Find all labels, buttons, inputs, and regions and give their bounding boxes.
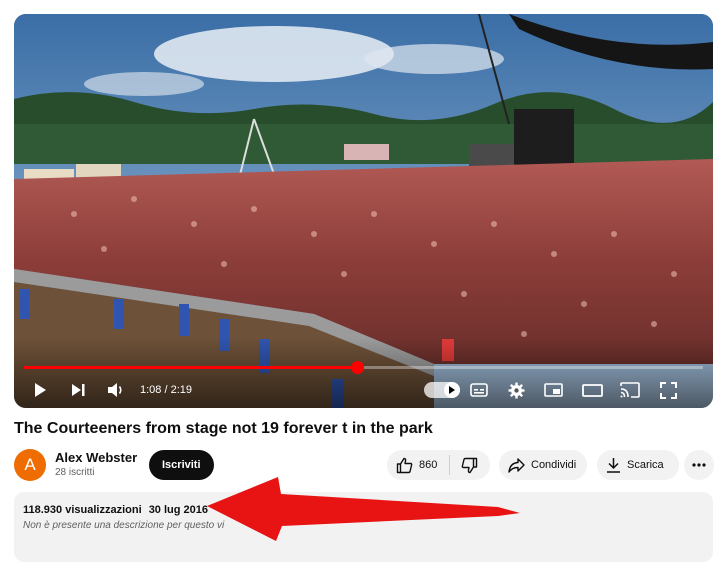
annotation-arrow xyxy=(207,477,520,541)
